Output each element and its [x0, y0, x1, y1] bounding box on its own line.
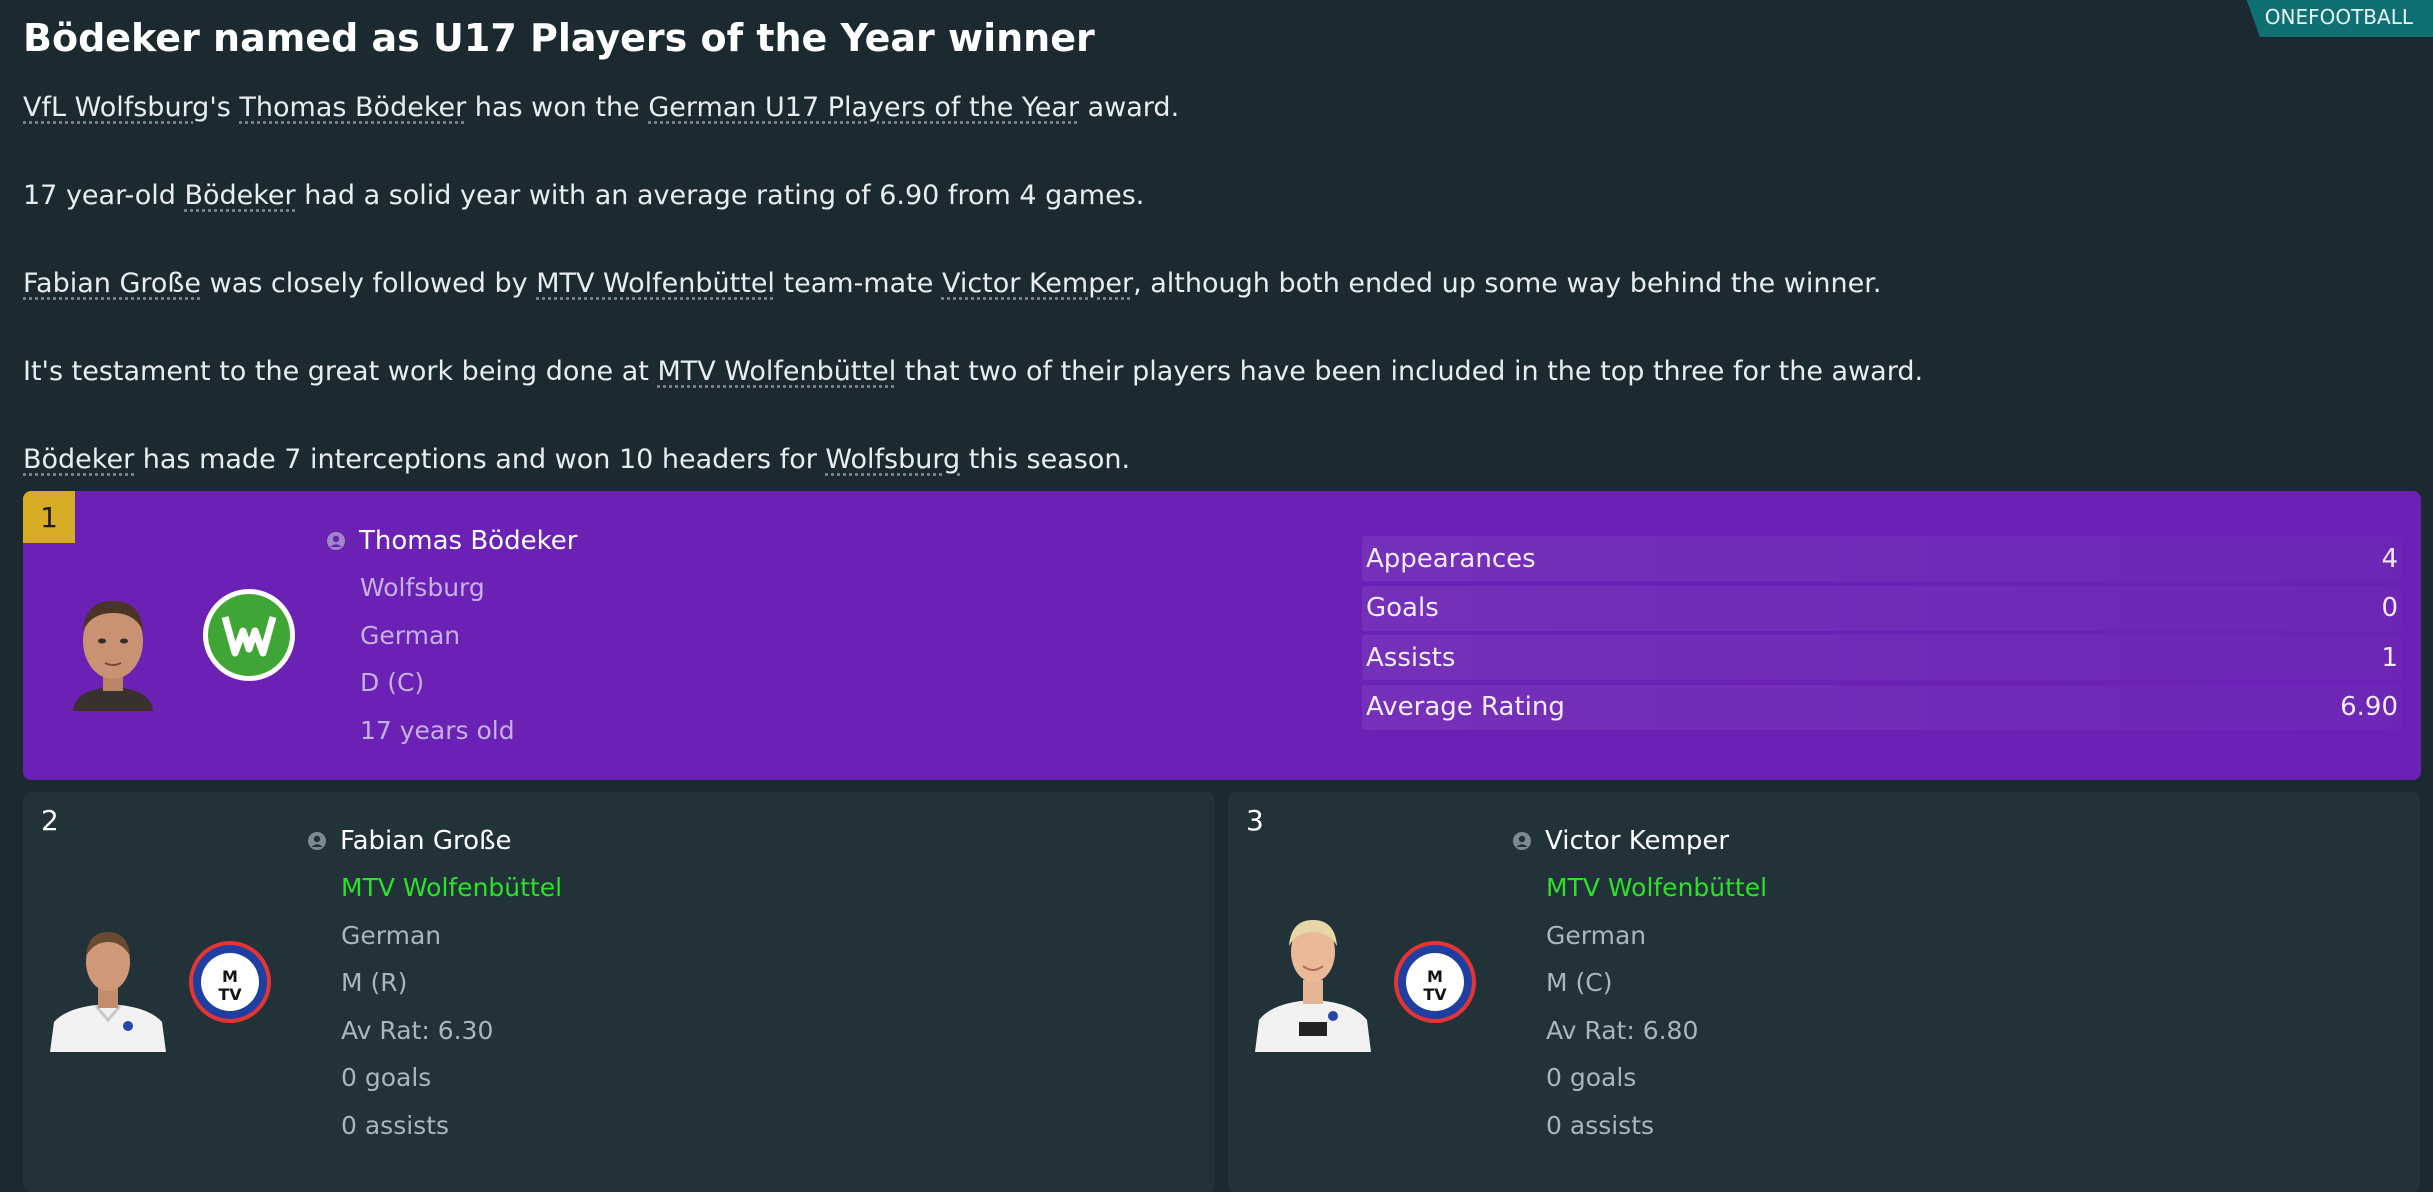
rank-number: 2 — [41, 804, 59, 837]
stat-value: 6.90 — [2340, 692, 2398, 722]
player-club[interactable]: Wolfsburg — [360, 573, 515, 621]
text: team-mate — [774, 268, 942, 299]
player-goals: 0 goals — [341, 1063, 432, 1092]
player-nationality: German — [360, 620, 461, 650]
article-body: VfL Wolfsburg's Thomas Bödeker has won t… — [23, 90, 2373, 530]
winner-stats: Appearances 4 Goals 0 Assists 1 Average … — [1362, 536, 2402, 734]
player-face-icon[interactable] — [48, 922, 168, 1052]
player-assists: 0 assists — [1546, 1110, 1655, 1140]
player-face-icon[interactable] — [65, 591, 161, 711]
player-position: D (C) — [360, 668, 425, 697]
person-icon — [308, 832, 326, 850]
club-link[interactable]: VfL Wolfsburg — [23, 92, 209, 123]
text: 17 year-old — [23, 180, 185, 211]
article-paragraph: VfL Wolfsburg's Thomas Bödeker has won t… — [23, 90, 2373, 125]
player-link[interactable]: Victor Kemper — [942, 268, 1133, 299]
rank-number: 3 — [1246, 804, 1264, 837]
svg-text:M: M — [1427, 967, 1443, 986]
stat-row: Goals 0 — [1362, 585, 2402, 631]
player-link[interactable]: Bödeker — [23, 444, 134, 475]
player-face-icon[interactable] — [1253, 902, 1373, 1052]
stat-value: 0 — [2381, 593, 2398, 623]
person-icon — [1513, 832, 1531, 850]
article-paragraph: 17 year-old Bödeker had a solid year wit… — [23, 178, 2373, 213]
player-name[interactable]: Thomas Bödeker — [359, 526, 577, 556]
player-info: MTV Wolfenbüttel German M (C) Av Rat: 6.… — [1546, 873, 1767, 1158]
player-info: MTV Wolfenbüttel German M (R) Av Rat: 6.… — [341, 873, 562, 1158]
runner-up-card: 3 M TV Victor Kemper MTV Wolfenbüttel Ge… — [1228, 792, 2420, 1192]
stat-value: 1 — [2381, 642, 2398, 673]
text: was closely followed by — [201, 268, 537, 299]
source-tag[interactable]: ONEFOOTBALL — [2246, 0, 2433, 37]
text: this season. — [960, 444, 1131, 475]
player-age: 17 years old — [360, 715, 515, 745]
text: 's — [209, 92, 240, 123]
stat-value: 4 — [2381, 543, 2398, 574]
svg-text:TV: TV — [218, 985, 242, 1004]
text: has won the — [466, 92, 649, 123]
text: award. — [1079, 92, 1180, 123]
player-club-link[interactable]: MTV Wolfenbüttel — [341, 873, 562, 921]
player-link[interactable]: Thomas Bödeker — [239, 92, 466, 123]
player-name-row[interactable]: Fabian Große — [308, 826, 511, 856]
svg-text:TV: TV — [1423, 985, 1447, 1004]
player-info: Wolfsburg German D (C) 17 years old — [360, 573, 515, 763]
player-name[interactable]: Victor Kemper — [1545, 826, 1729, 856]
runner-up-card: 2 M TV Fabian Große MTV Wolfenbüttel Ger… — [23, 792, 1215, 1192]
stat-row: Assists 1 — [1362, 635, 2402, 680]
stat-label: Goals — [1366, 593, 1439, 623]
player-position: M (R) — [341, 968, 408, 997]
award-link[interactable]: German U17 Players of the Year — [648, 92, 1079, 123]
player-rating: Av Rat: 6.80 — [1546, 1015, 1699, 1045]
person-icon — [327, 532, 345, 550]
player-name-row[interactable]: Victor Kemper — [1513, 826, 1729, 856]
club-link[interactable]: MTV Wolfenbüttel — [536, 268, 775, 299]
svg-text:M: M — [222, 967, 238, 986]
mtv-wolfenbuettel-crest-icon[interactable]: M TV — [1393, 940, 1477, 1024]
rank-badge: 1 — [23, 491, 75, 543]
winner-card: 1 Thomas Bödeker Wolfsburg German D (C) … — [23, 491, 2421, 780]
player-nationality: German — [1546, 920, 1647, 950]
club-link[interactable]: MTV Wolfenbüttel — [657, 356, 896, 387]
text: , although both ended up some way behind… — [1133, 268, 1882, 299]
wolfsburg-crest-icon[interactable] — [201, 587, 297, 683]
text: that two of their players have been incl… — [896, 356, 1924, 387]
player-name[interactable]: Fabian Große — [340, 826, 511, 856]
stat-label: Average Rating — [1366, 692, 1565, 722]
player-rating: Av Rat: 6.30 — [341, 1015, 494, 1045]
player-link[interactable]: Fabian Große — [23, 268, 201, 299]
stat-row: Average Rating 6.90 — [1362, 684, 2402, 730]
page-title: Bödeker named as U17 Players of the Year… — [23, 16, 1095, 60]
stat-label: Assists — [1366, 642, 1456, 673]
mtv-wolfenbuettel-crest-icon[interactable]: M TV — [188, 940, 272, 1024]
club-link[interactable]: Wolfsburg — [825, 444, 960, 475]
stat-label: Appearances — [1366, 543, 1536, 574]
player-name-row[interactable]: Thomas Bödeker — [327, 526, 577, 556]
stat-row: Appearances 4 — [1362, 536, 2402, 581]
player-link[interactable]: Bödeker — [184, 180, 295, 211]
article-paragraph: It's testament to the great work being d… — [23, 354, 2373, 389]
player-position: M (C) — [1546, 968, 1613, 997]
text: has made 7 interceptions and won 10 head… — [134, 444, 826, 475]
article-paragraph: Bödeker has made 7 interceptions and won… — [23, 442, 2373, 477]
player-assists: 0 assists — [341, 1110, 450, 1140]
player-goals: 0 goals — [1546, 1063, 1637, 1092]
player-nationality: German — [341, 920, 442, 950]
text: It's testament to the great work being d… — [23, 356, 658, 387]
text: had a solid year with an average rating … — [295, 180, 1145, 211]
player-club-link[interactable]: MTV Wolfenbüttel — [1546, 873, 1767, 921]
article-paragraph: Fabian Große was closely followed by MTV… — [23, 266, 2373, 301]
